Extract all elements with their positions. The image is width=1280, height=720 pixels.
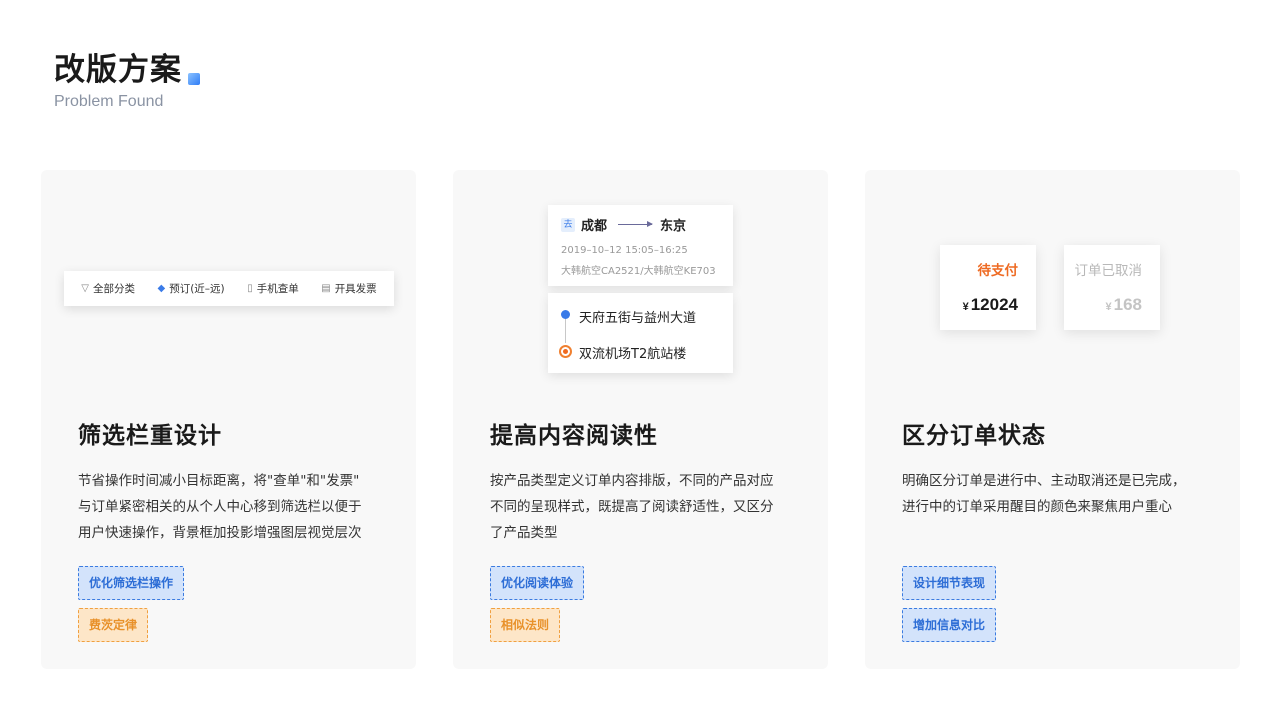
square-icon: [188, 73, 200, 85]
arrow-right-icon: [618, 221, 653, 227]
filter-label: 开具发票: [334, 283, 377, 295]
diamond-icon: ◆: [157, 283, 166, 294]
card-description: 明确区分订单是进行中、主动取消还是已完成， 进行中的订单采用醒目的颜色来聚焦用户…: [902, 468, 1212, 520]
filter-icon: ▽: [81, 283, 89, 294]
trip-time: 2019–10–12 15:05–16:25: [561, 245, 688, 256]
invoice-icon: ▤: [321, 283, 331, 294]
desc-line: 用户快速操作，背景框加投影增强图层视觉层次: [78, 525, 362, 541]
status-amount: ¥168: [1106, 295, 1143, 315]
filter-label: 全部分类: [92, 283, 135, 295]
tag-info-contrast: 增加信息对比: [902, 608, 997, 642]
route-end: 双流机场T2航站楼: [579, 347, 687, 362]
card-heading: 提高内容阅读性: [490, 423, 658, 449]
end-dot-icon: [559, 345, 572, 358]
filter-item-phone-lookup[interactable]: ▯ 手机查单: [247, 281, 299, 296]
trip-flight: 大韩航空CA2521/大韩航空KE703: [561, 266, 716, 277]
tag-optimize-filter: 优化筛选栏操作: [78, 566, 185, 600]
route-line: [565, 317, 566, 343]
currency-symbol: ¥: [1105, 301, 1112, 313]
desc-line: 节省操作时间减小目标距离，将"查单"和"发票": [78, 473, 360, 489]
status-cancelled: 订单已取消 ¥168: [1064, 245, 1160, 330]
card-filter-redesign: ▽ 全部分类 ◆ 预订(近–远) ▯ 手机查单 ▤ 开具发票 筛选栏重设计 节省…: [41, 170, 416, 669]
route-start: 天府五街与益州大道: [579, 311, 697, 326]
card-heading: 筛选栏重设计: [78, 423, 222, 449]
status-pending-payment: 待支付 ¥12024: [940, 245, 1036, 330]
page-title-text: 改版方案: [54, 52, 182, 88]
filter-item-booking[interactable]: ◆ 预订(近–远): [158, 281, 225, 296]
tag-similarity-law: 相似法则: [490, 608, 561, 642]
card-description: 节省操作时间减小目标距离，将"查单"和"发票" 与订单紧密相关的从个人中心移到筛…: [78, 468, 388, 546]
filter-item-category[interactable]: ▽ 全部分类: [81, 281, 135, 296]
filter-item-invoice[interactable]: ▤ 开具发票: [321, 281, 376, 296]
mock-trip-card: 去 成都 东京 2019–10–12 15:05–16:25 大韩航空CA252…: [548, 205, 733, 286]
trip-from: 成都: [581, 219, 608, 234]
filter-label: 手机查单: [256, 283, 299, 295]
card-order-status: 待支付 ¥12024 订单已取消 ¥168 区分订单状态 明确区分订单是进行中、…: [865, 170, 1240, 669]
page-title: 改版方案: [54, 50, 200, 90]
desc-line: 明确区分订单是进行中、主动取消还是已完成，: [902, 473, 1186, 489]
page-subtitle: Problem Found: [54, 93, 164, 110]
status-label: 订单已取消: [1074, 263, 1143, 279]
card-readability: 去 成都 东京 2019–10–12 15:05–16:25 大韩航空CA252…: [453, 170, 828, 669]
tag-reading-experience: 优化阅读体验: [490, 566, 585, 600]
filter-label: 预订(近–远): [169, 283, 225, 295]
amount-value: 12024: [970, 295, 1018, 314]
desc-line: 进行中的订单采用醒目的颜色来聚焦用户重心: [902, 499, 1172, 515]
tag-design-detail: 设计细节表现: [902, 566, 997, 600]
tag-fitts-law: 费茨定律: [78, 608, 149, 642]
mock-route-card: 天府五街与益州大道 双流机场T2航站楼: [548, 293, 733, 373]
currency-symbol: ¥: [962, 301, 969, 313]
desc-line: 按产品类型定义订单内容排版，不同的产品对应: [490, 473, 774, 489]
bookmark-icon: ▯: [247, 283, 253, 294]
desc-line: 了产品类型: [490, 525, 558, 541]
status-label: 待支付: [977, 263, 1019, 279]
trip-to: 东京: [660, 219, 687, 234]
card-heading: 区分订单状态: [902, 423, 1046, 449]
status-amount: ¥12024: [963, 295, 1018, 315]
mock-filter-bar: ▽ 全部分类 ◆ 预订(近–远) ▯ 手机查单 ▤ 开具发票: [64, 271, 394, 306]
trip-badge: 去: [561, 218, 575, 232]
desc-line: 不同的呈现样式，既提高了阅读舒适性，又区分: [490, 499, 774, 515]
desc-line: 与订单紧密相关的从个人中心移到筛选栏以便于: [78, 499, 362, 515]
card-description: 按产品类型定义订单内容排版，不同的产品对应 不同的呈现样式，既提高了阅读舒适性，…: [490, 468, 800, 546]
start-dot-icon: [561, 310, 570, 319]
amount-value: 168: [1113, 295, 1142, 314]
